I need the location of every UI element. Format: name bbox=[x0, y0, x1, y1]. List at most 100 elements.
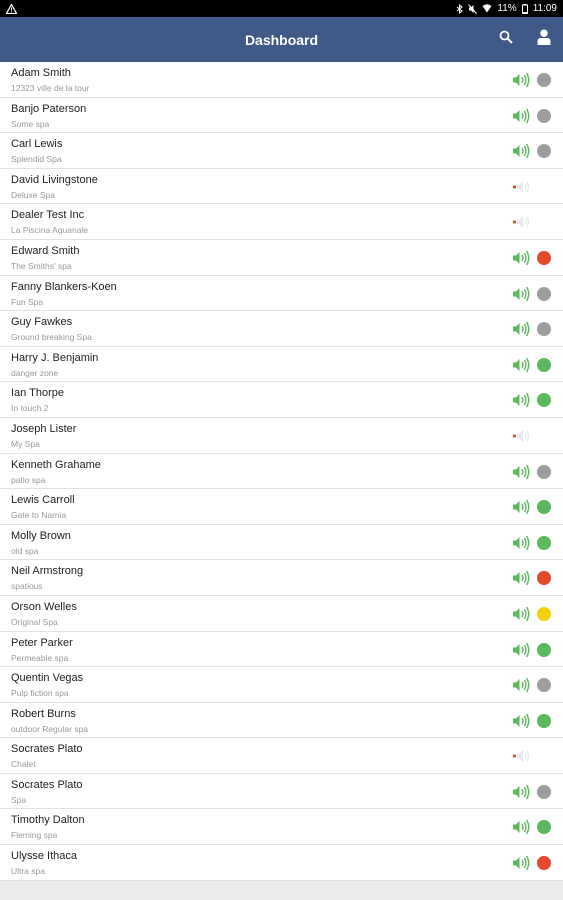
list-item[interactable]: Ian Thorpe In touch 2 bbox=[0, 382, 563, 418]
customer-name: Molly Brown bbox=[11, 529, 71, 542]
list-item[interactable]: Dealer Test Inc La Piscina Aquanale bbox=[0, 204, 563, 240]
customer-name: Dealer Test Inc bbox=[11, 209, 85, 222]
spa-name: La Piscina Aquanale bbox=[11, 225, 89, 236]
spa-name: Splendid Spa bbox=[11, 154, 62, 165]
customer-name: Guy Fawkes bbox=[11, 316, 73, 329]
connection-on-icon bbox=[512, 605, 530, 623]
status-dot bbox=[537, 464, 551, 479]
app-bar: Dashboard bbox=[0, 17, 563, 62]
connection-off-icon bbox=[512, 427, 530, 445]
spa-name: patio spa bbox=[11, 474, 46, 485]
customer-name: Orson Welles bbox=[11, 600, 77, 613]
connection-on-icon bbox=[512, 320, 530, 338]
list-item[interactable]: Socrates Plato Chalet bbox=[0, 738, 563, 774]
connection-off-icon bbox=[512, 747, 530, 765]
customer-name: Harry J. Benjamin bbox=[11, 351, 99, 364]
status-dot bbox=[537, 820, 551, 835]
spa-name: Spa bbox=[11, 794, 27, 805]
spa-name: In touch 2 bbox=[11, 403, 49, 414]
spa-name: My Spa bbox=[11, 438, 40, 449]
customer-name: Fanny Blankers-Koen bbox=[11, 280, 117, 293]
customer-name: Carl Lewis bbox=[11, 138, 63, 151]
spa-name: Ground breaking Spa bbox=[11, 332, 92, 343]
list-item[interactable]: Socrates Plato Spa bbox=[0, 774, 563, 810]
spa-name: Some spa bbox=[11, 118, 50, 129]
search-icon bbox=[499, 30, 513, 49]
connection-on-icon bbox=[512, 498, 530, 516]
spa-name: Chalet bbox=[11, 759, 36, 770]
status-dot bbox=[537, 322, 551, 337]
status-dot bbox=[537, 535, 551, 550]
status-dot bbox=[537, 144, 551, 159]
spa-name: spatious bbox=[11, 581, 43, 592]
list-item[interactable]: Lewis Carroll Gate to Narnia bbox=[0, 489, 563, 525]
status-dot bbox=[537, 73, 551, 87]
status-dot bbox=[537, 250, 551, 265]
connection-on-icon bbox=[512, 142, 530, 160]
list-item[interactable]: Harry J. Benjamin danger zone bbox=[0, 347, 563, 383]
status-dot bbox=[537, 784, 551, 799]
list-item[interactable]: Adam Smith 12323 ville de la tour bbox=[0, 62, 563, 98]
status-bar: 11% 11:09 bbox=[0, 0, 563, 17]
list-item[interactable]: Fanny Blankers-Koen Fun Spa bbox=[0, 276, 563, 312]
customer-name: Banjo Paterson bbox=[11, 102, 87, 115]
connection-off-icon bbox=[512, 178, 530, 196]
list-item[interactable]: David Livingstone Deluxe Spa bbox=[0, 169, 563, 205]
status-dot bbox=[537, 286, 551, 301]
list-item[interactable]: Molly Brown old spa bbox=[0, 525, 563, 561]
connection-on-icon bbox=[512, 569, 530, 587]
customer-name: Timothy Dalton bbox=[11, 814, 85, 827]
spa-name: Permeable spa bbox=[11, 652, 69, 663]
customer-name: Robert Burns bbox=[11, 707, 76, 720]
page-title: Dashboard bbox=[244, 31, 319, 48]
list-item[interactable]: Ulysse Ithaca Ultra spa bbox=[0, 845, 563, 881]
list-item[interactable]: Quentin Vegas Pulp fiction spa bbox=[0, 667, 563, 703]
list-item[interactable]: Neil Armstrong spatious bbox=[0, 560, 563, 596]
customer-name: Peter Parker bbox=[11, 636, 73, 649]
status-dot bbox=[537, 642, 551, 657]
customer-list: Adam Smith 12323 ville de la tour Banjo Pa… bbox=[0, 62, 563, 881]
connection-on-icon bbox=[512, 71, 530, 89]
spa-name: Pulp fiction spa bbox=[11, 688, 69, 699]
clock-text: 11:09 bbox=[532, 3, 557, 14]
spa-name: Ultra spa bbox=[11, 866, 46, 877]
list-item[interactable]: Timothy Dalton Fleming spa bbox=[0, 809, 563, 846]
list-item[interactable]: Banjo Paterson Some spa bbox=[0, 98, 563, 134]
search-button[interactable] bbox=[487, 17, 525, 62]
list-item[interactable]: Edward Smith The Smiths' spa bbox=[0, 240, 563, 276]
list-item[interactable]: Kenneth Grahame patio spa bbox=[0, 454, 563, 490]
list-item[interactable]: Peter Parker Permeable spa bbox=[0, 632, 563, 668]
customer-name: Socrates Plato bbox=[11, 743, 83, 756]
spa-name: Fleming spa bbox=[11, 830, 58, 841]
connection-on-icon bbox=[512, 818, 530, 836]
spa-name: Deluxe Spa bbox=[11, 189, 55, 200]
wifi-icon bbox=[482, 4, 492, 13]
status-dot bbox=[537, 357, 551, 372]
spa-name: 12323 ville de la tour bbox=[11, 83, 90, 93]
customer-name: Lewis Carroll bbox=[11, 494, 75, 507]
status-dot bbox=[537, 393, 551, 408]
customer-name: Edward Smith bbox=[11, 244, 80, 257]
connection-on-icon bbox=[512, 249, 530, 267]
connection-on-icon bbox=[512, 463, 530, 481]
connection-on-icon bbox=[512, 285, 530, 303]
connection-on-icon bbox=[512, 641, 530, 659]
customer-name: Socrates Plato bbox=[11, 778, 83, 791]
connection-on-icon bbox=[512, 107, 530, 125]
connection-off-icon bbox=[512, 213, 530, 231]
list-item[interactable]: Orson Welles Original Spa bbox=[0, 596, 563, 632]
connection-on-icon bbox=[512, 356, 530, 374]
account-button[interactable] bbox=[525, 17, 563, 62]
account-icon bbox=[537, 29, 551, 50]
connection-on-icon bbox=[512, 712, 530, 730]
status-dot bbox=[537, 571, 551, 586]
list-item[interactable]: Carl Lewis Splendid Spa bbox=[0, 133, 563, 169]
list-item[interactable]: Robert Burns outdoor Regular spa bbox=[0, 703, 563, 739]
list-item[interactable]: Guy Fawkes Ground breaking Spa bbox=[0, 311, 563, 347]
list-item[interactable]: Joseph Lister My Spa bbox=[0, 418, 563, 454]
spa-name: danger zone bbox=[11, 367, 59, 378]
spa-name: old spa bbox=[11, 545, 39, 556]
customer-name: Kenneth Grahame bbox=[11, 458, 101, 471]
spa-name: Fun Spa bbox=[11, 296, 44, 307]
status-dot bbox=[537, 108, 551, 123]
